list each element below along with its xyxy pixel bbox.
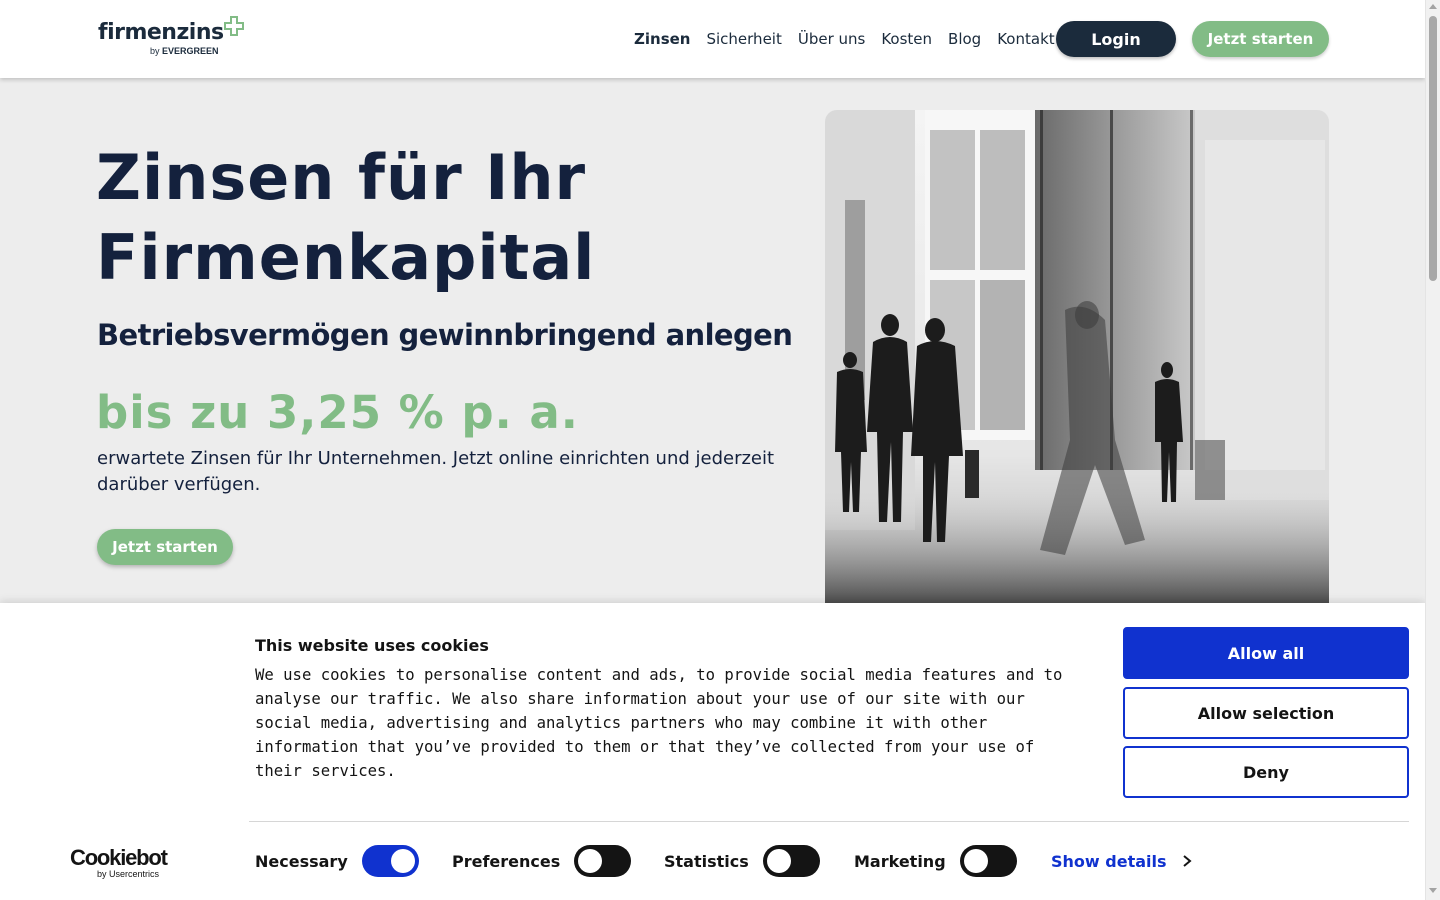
chevron-right-icon [1182, 855, 1192, 867]
toggle-necessary[interactable] [361, 845, 419, 877]
logo-subline: by EVERGREEN [150, 46, 219, 56]
consent-label-necessary: Necessary [255, 851, 348, 871]
show-details-label: Show details [1051, 851, 1167, 871]
page-scrollbar[interactable] [1425, 0, 1440, 900]
cookiebot-subline: by Usercentrics [97, 869, 160, 879]
consent-label-preferences: Preferences [452, 851, 561, 871]
hero-subtitle: Betriebsvermögen gewinnbringend anlegen [97, 318, 793, 352]
business-people-photo [825, 110, 1329, 603]
allow-all-button[interactable]: Allow all [1123, 627, 1409, 679]
main-nav: Zinsen Sicherheit Über uns Kosten Blog K… [634, 0, 1071, 78]
hero-start-button[interactable]: Jetzt starten [97, 529, 233, 565]
allow-selection-button[interactable]: Allow selection [1123, 687, 1409, 739]
cookiebot-wordmark: Cookiebot [70, 845, 168, 870]
firmenzins-logo[interactable]: firmenzins by EVERGREEN [98, 16, 248, 60]
hero-title-line-1: Zinsen für Ihr [96, 141, 587, 214]
deny-button[interactable]: Deny [1123, 746, 1409, 798]
toggle-marketing[interactable] [959, 845, 1017, 877]
consent-label-marketing: Marketing [854, 851, 946, 871]
nav-link-blog[interactable]: Blog [948, 30, 981, 48]
toggle-knob [390, 849, 415, 873]
cookie-banner-text: We use cookies to personalise content an… [255, 666, 1063, 780]
consent-statistics: Statistics [664, 845, 820, 877]
cookie-banner-title: This website uses cookies [255, 636, 489, 655]
consent-preferences: Preferences [452, 845, 632, 877]
show-details-link[interactable]: Show details [1051, 845, 1193, 877]
toggle-knob [578, 849, 603, 873]
cookie-banner-divider [249, 821, 1409, 822]
scrollbar-thumb[interactable] [1429, 16, 1437, 281]
hero-photo [825, 110, 1329, 603]
consent-marketing: Marketing [854, 845, 1017, 877]
login-button[interactable]: Login [1056, 21, 1176, 57]
toggle-knob [766, 849, 791, 873]
toggle-preferences[interactable] [574, 845, 632, 877]
scroll-down-arrow-icon[interactable] [1429, 888, 1437, 893]
nav-link-zinsen[interactable]: Zinsen [634, 30, 690, 48]
nav-link-ueber-uns[interactable]: Über uns [798, 30, 866, 48]
nav-link-kontakt[interactable]: Kontakt [997, 30, 1054, 48]
cookie-consent-banner: This website uses cookies We use cookies… [0, 603, 1425, 900]
scroll-up-arrow-icon[interactable] [1429, 4, 1437, 9]
toggle-statistics[interactable] [762, 845, 820, 877]
toggle-knob [963, 849, 988, 873]
consent-label-statistics: Statistics [664, 851, 749, 871]
nav-link-sicherheit[interactable]: Sicherheit [706, 30, 781, 48]
header-start-button[interactable]: Jetzt starten [1192, 21, 1329, 57]
hero-title-line-2: Firmenkapital [96, 221, 596, 294]
interest-rate-headline: bis zu 3,25 % p. a. [96, 386, 579, 439]
logo-sub-prefix: by [150, 46, 160, 56]
site-header: firmenzins by EVERGREEN Zinsen Sicherhei… [0, 0, 1425, 78]
logo-sub-brand: EVERGREEN [162, 46, 219, 56]
cookiebot-logo[interactable]: Cookiebot by Usercentrics [70, 845, 180, 879]
plus-icon [224, 16, 244, 36]
hero-section: Zinsen für Ihr Firmenkapital Betriebsver… [0, 78, 1425, 603]
hero-title: Zinsen für Ihr Firmenkapital [96, 138, 816, 298]
logo-wordmark: firmenzins [98, 20, 224, 45]
consent-necessary: Necessary [255, 845, 419, 877]
hero-description: erwartete Zinsen für Ihr Unternehmen. Je… [97, 448, 775, 495]
nav-link-kosten[interactable]: Kosten [881, 30, 932, 48]
